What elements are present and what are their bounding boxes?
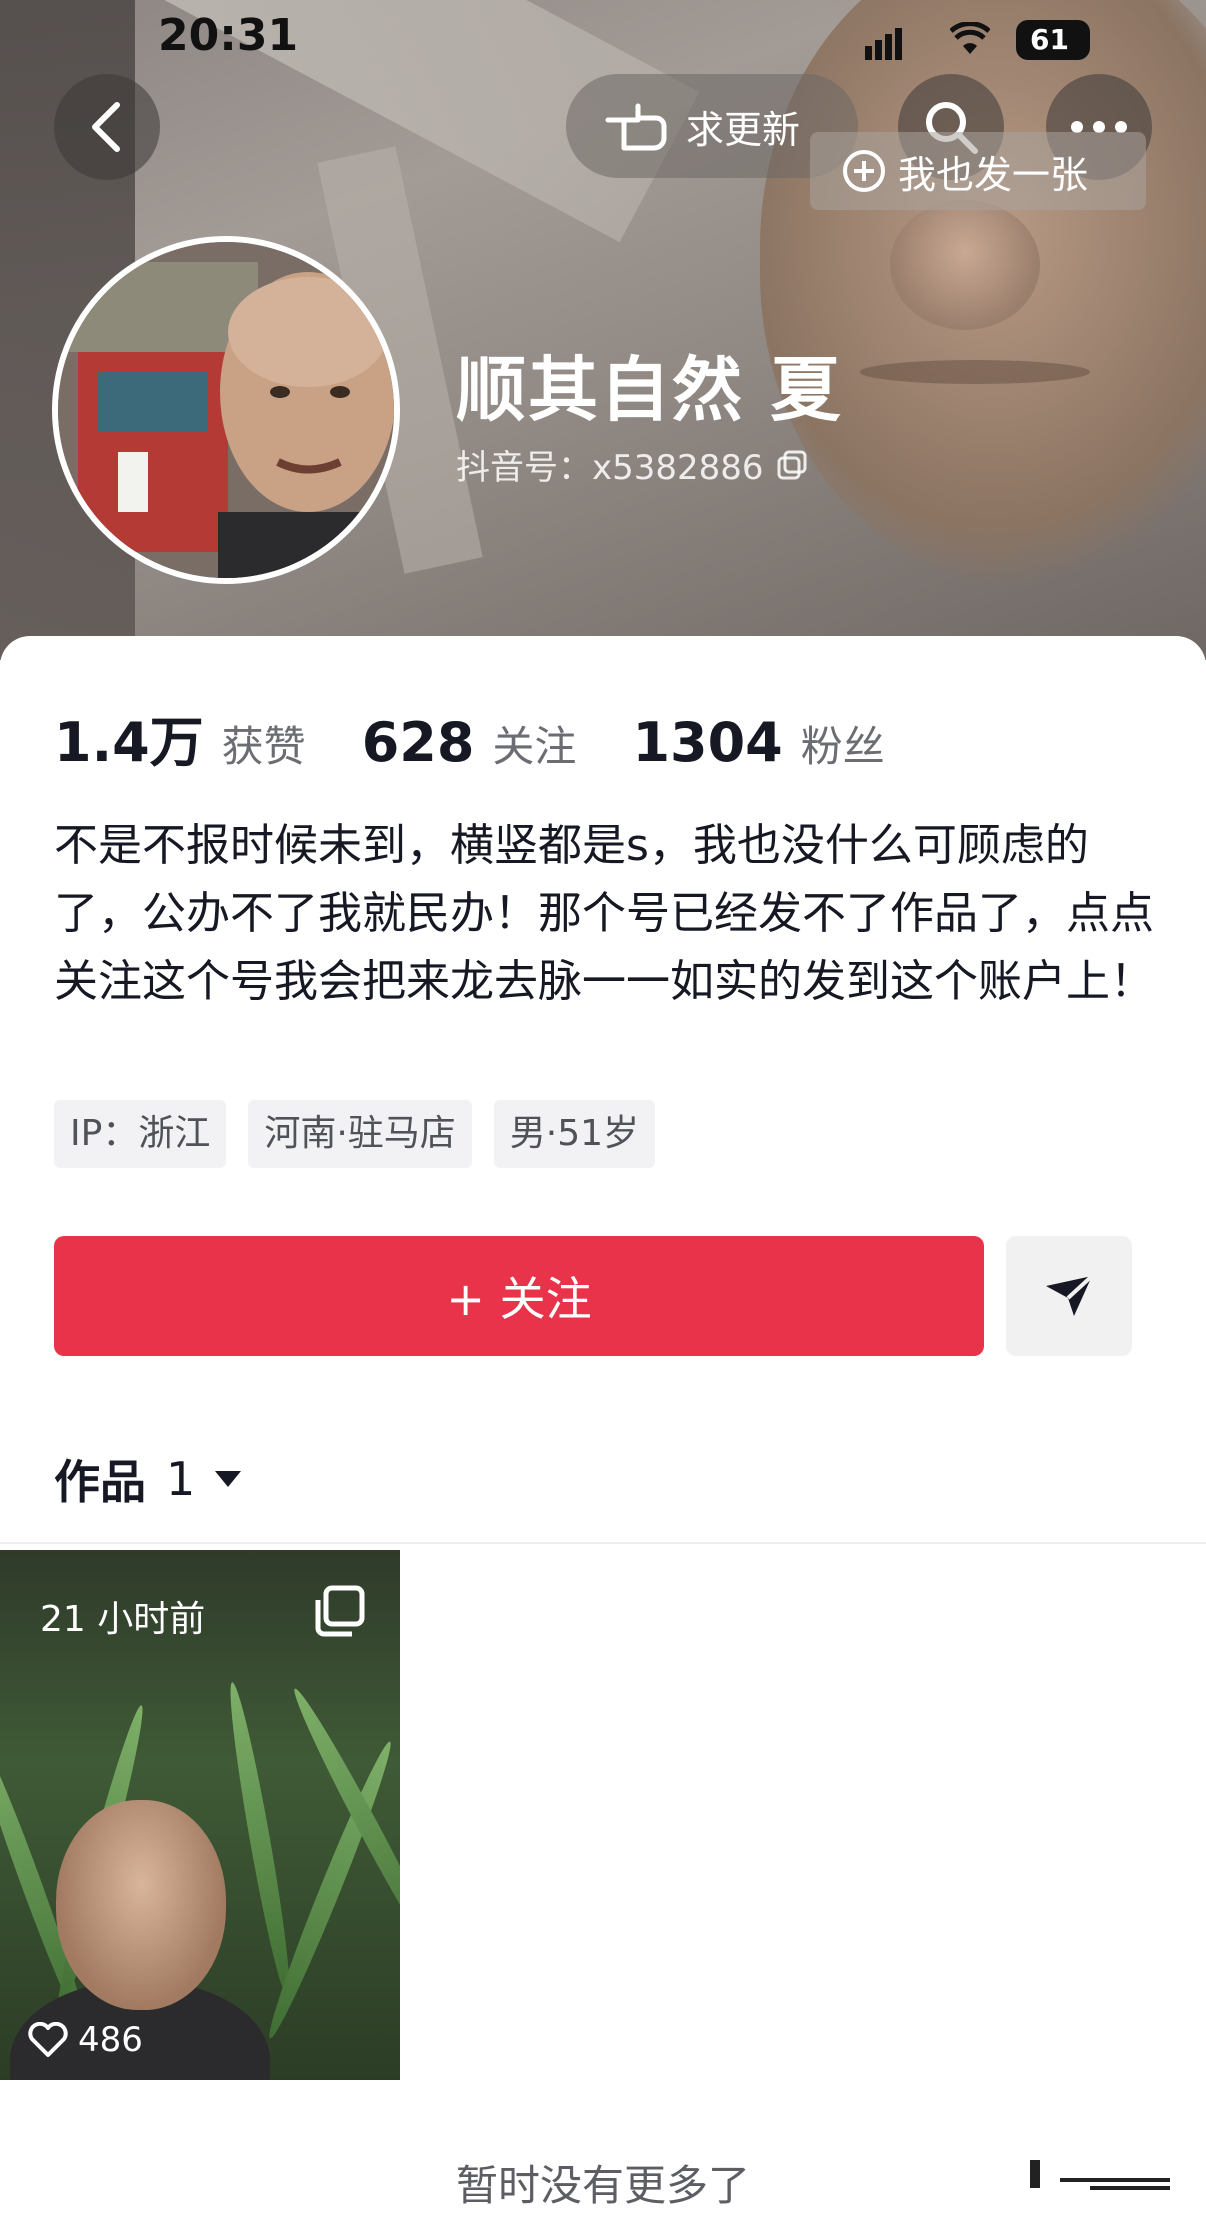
heart-icon: [28, 2022, 68, 2057]
profile-tags: IP：浙江 河南·驻马店 男·51岁: [54, 1100, 677, 1168]
divider: [0, 1542, 1206, 1544]
ip-location-tag: IP：浙江: [54, 1100, 227, 1168]
send-arrow-icon: [1046, 1274, 1094, 1316]
douyin-id[interactable]: 抖音号：x5382886: [456, 440, 808, 489]
triangle-down-icon: [215, 1471, 242, 1487]
douyin-id-text: 抖音号：x5382886: [456, 448, 764, 488]
stats-row: 1.4万 获赞 628 关注 1304 粉丝: [54, 698, 941, 777]
thumb-person-head: [56, 1800, 226, 2010]
status-time: 20:31: [158, 10, 299, 61]
video-likes-count: 486: [78, 2020, 143, 2060]
likes-label: 获赞: [221, 722, 306, 771]
bio-text: 不是不报时候未到，横竖都是s，我也没什么可顾虑的了，公办不了我就民办！那个号已经…: [54, 820, 1154, 1007]
end-of-list-text: 暂时没有更多了: [455, 2161, 750, 2210]
watermark-icon: [1030, 2156, 1180, 2200]
followers-count[interactable]: 1304: [632, 711, 782, 774]
chevron-left-icon: [92, 102, 120, 152]
works-count: 1: [166, 1452, 196, 1506]
followers-label: 粉丝: [800, 722, 885, 771]
avatar[interactable]: [52, 236, 400, 584]
status-bar: 20:31 61: [0, 8, 1206, 64]
post-photo-tip-label: 我也发一张: [898, 152, 1089, 197]
plus-circle-icon: [843, 150, 885, 192]
avatar-photo: [58, 242, 394, 578]
post-photo-tip[interactable]: 我也发一张: [810, 132, 1146, 210]
copy-icon: [777, 450, 807, 479]
tab-works[interactable]: 作品 1: [54, 1446, 243, 1512]
thumb-leaf: [260, 1737, 400, 2043]
wifi-icon: [949, 21, 991, 65]
share-profile-button[interactable]: [1006, 1236, 1132, 1356]
works-tab-label: 作品: [54, 1455, 146, 1509]
following-count[interactable]: 628: [362, 711, 475, 774]
cover-photo-nose: [890, 200, 1040, 330]
video-thumbnail[interactable]: 21 小时前 486: [0, 1550, 400, 2080]
cover-photo-mouth: [860, 360, 1090, 384]
battery-indicator: 61: [1016, 20, 1090, 60]
nickname: 顺其自然 夏: [456, 349, 843, 431]
pointing-hand-icon: [605, 103, 667, 151]
back-button[interactable]: [54, 74, 160, 180]
gender-age-tag: 男·51岁: [493, 1100, 656, 1168]
likes-count[interactable]: 1.4万: [54, 698, 204, 777]
video-time-ago: 21 小时前: [40, 1599, 206, 1640]
signal-icon: [865, 28, 905, 60]
video-likes: 486: [28, 2020, 143, 2060]
thumb-leaf: [222, 1680, 298, 2000]
follow-button[interactable]: + 关注: [54, 1236, 984, 1356]
profile-sheet: 1.4万 获赞 628 关注 1304 粉丝 不是不报时候未到，横竖都是s，我也…: [0, 636, 1206, 2218]
hometown-tag[interactable]: 河南·驻马店: [248, 1100, 472, 1168]
request-update-label: 求更新: [686, 107, 801, 152]
following-label: 关注: [492, 722, 577, 771]
multi-image-icon: [312, 1584, 368, 1644]
